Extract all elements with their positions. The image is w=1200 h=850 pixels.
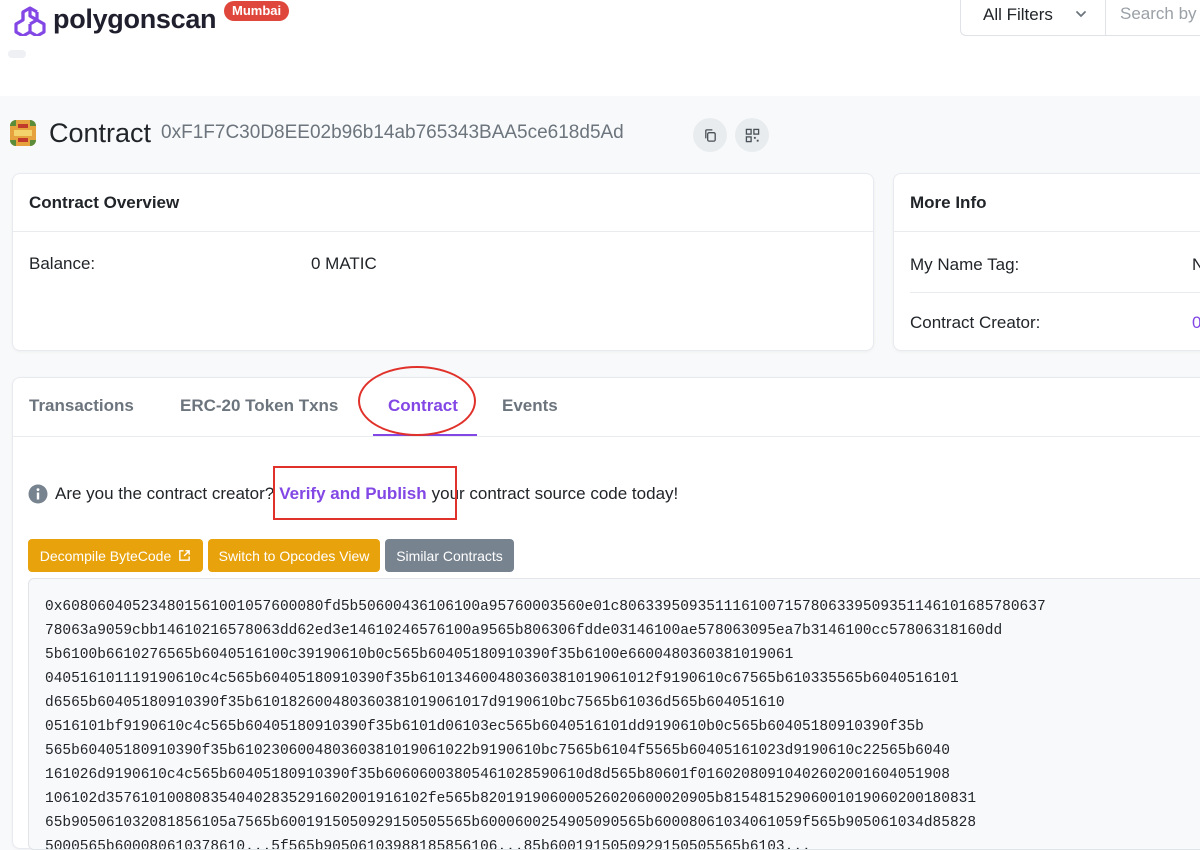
annotation-circle [358,366,476,436]
page-title-row: Contract 0xF1F7C30D8EE02b96b14ab765343BA… [10,114,624,152]
switch-to-opcodes-button[interactable]: Switch to Opcodes View [208,539,380,572]
notice-prefix: Are you the contract creator? [55,484,275,503]
external-link-icon [179,550,191,561]
contract-address[interactable]: 0xF1F7C30D8EE02b96b14ab765343BAA5ce618d5… [161,122,624,144]
chevron-down-icon [1076,11,1086,18]
tab-erc20-token-txns[interactable]: ERC-20 Token Txns [180,396,338,416]
bytecode-line: d6565b60405180910390f35b6101826004803603… [45,695,785,711]
copy-address-button[interactable] [693,118,727,152]
page-title: Contract [49,117,152,148]
copy-icon [704,128,716,142]
qr-code-button[interactable] [735,118,769,152]
divider [910,292,1200,293]
name-tag-label: My Name Tag: [910,255,1020,274]
search-bar: All Filters [960,0,1200,36]
decompile-label: Decompile ByteCode [39,547,172,564]
decompile-bytecode-button[interactable]: Decompile ByteCode [28,539,203,572]
top-navbar: polygonscan Mumbai All Filters [0,0,1200,96]
balance-value: 0 MATIC [311,254,377,273]
balance-label: Balance: [29,254,96,273]
nav-placeholder [8,50,26,58]
more-info-card: More Info My Name Tag: N Contract Creato… [893,173,1200,351]
notice-suffix: your contract source code today! [431,484,679,503]
card-header: More Info [894,174,1200,232]
search-input[interactable] [1106,0,1200,33]
bytecode-line: 565b60405180910390f35b610230600480360381… [45,743,950,759]
name-tag-value[interactable]: N [1192,255,1200,275]
bytecode-line: 161026d9190610c4c565b60405180910390f35b6… [45,767,950,783]
filter-label: All Filters [983,5,1053,24]
tab-transactions[interactable]: Transactions [29,396,134,416]
bytecode-line: 65b905061032081856105a7565b6001915050929… [45,815,977,831]
bytecode-line: 5000565b600080610378610...5f565b90506103… [45,839,811,850]
tab-events[interactable]: Events [502,396,558,416]
network-badge: Mumbai [224,1,290,21]
bytecode-line: 78063a9059cbb14610216578063dd62ed3e14610… [45,623,1003,639]
bytecode-line: 106102d357610100808354040283529160200191… [45,791,977,807]
bytecode-line: 0516101bf9190610c4c565b60405180910390f35… [45,719,924,735]
filter-select[interactable]: All Filters [961,0,1106,35]
brand-name: polygonscan [53,4,217,34]
bytecode-line: 0x608060405234801561001057600080fd5b5060… [45,599,1046,615]
contract-overview-card: Contract Overview Balance: 0 MATIC [12,173,874,351]
info-icon [28,484,48,504]
brand-logo[interactable]: polygonscan [10,2,217,36]
qr-code-icon [745,128,759,142]
polygon-logo-icon [14,6,46,36]
bytecode-viewer[interactable]: 0x608060405234801561001057600080fd5b5060… [28,578,1200,850]
contract-avatar [10,120,36,146]
contract-creator-label: Contract Creator: [910,313,1041,332]
bytecode-line: 040516101119190610c4c565b60405180910390f… [45,671,959,687]
tabs-divider [13,436,1200,437]
card-header: Contract Overview [13,174,873,232]
similar-contracts-button[interactable]: Similar Contracts [385,539,514,572]
contract-creator-link[interactable]: 0 [1192,313,1200,333]
bytecode-line: 5b6100b6610276565b6040516100c39190610b0c… [45,647,794,663]
annotation-box [273,466,457,520]
